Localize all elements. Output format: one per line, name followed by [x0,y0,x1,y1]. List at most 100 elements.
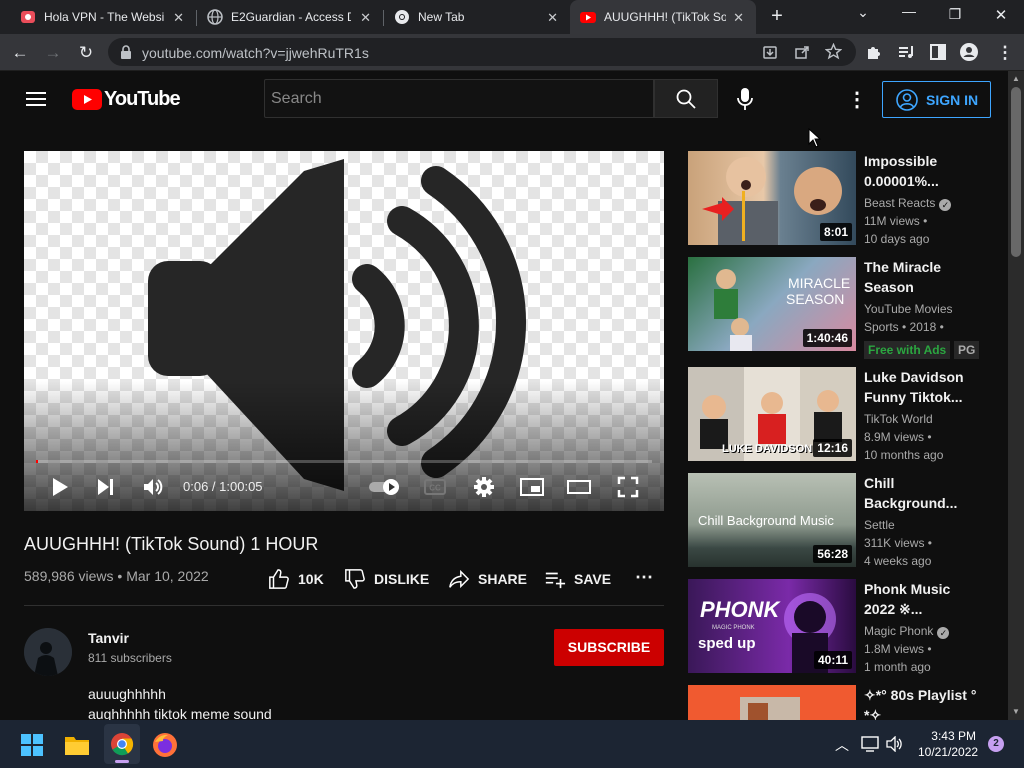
install-app-icon[interactable] [762,44,778,60]
close-tab-icon[interactable]: ✕ [547,10,558,26]
share-button[interactable]: SHARE [448,568,527,590]
side-panel-icon[interactable] [929,43,947,61]
search-input[interactable]: Search [264,79,654,118]
address-bar[interactable]: youtube.com/watch?v=jjwehRuTR1s [108,38,856,66]
scrollbar-thumb[interactable] [1011,87,1021,257]
hamburger-menu-icon[interactable] [26,91,46,107]
settings-more-icon[interactable]: ⋮ [847,87,867,112]
profile-icon[interactable] [960,43,978,61]
speaker-icon[interactable] [886,736,904,752]
thumbnail-text: LUKE DAVIDSON [722,443,813,455]
recommendation-age: 1 month ago [864,660,931,674]
video-thumbnail[interactable]: MIRACLE SEASON 1:40:46 [688,257,856,351]
chrome-menu-icon[interactable]: ⋮ [994,42,1016,64]
save-label: SAVE [574,571,612,587]
file-explorer-icon[interactable] [64,734,90,756]
video-thumbnail[interactable]: 8:01 [688,151,856,245]
network-icon[interactable] [861,736,879,752]
restore-icon[interactable]: ❐ [943,6,967,23]
search-button[interactable] [654,79,718,118]
playlist-add-icon [545,572,566,589]
forward-arrow-icon[interactable]: → [42,42,64,64]
save-button[interactable]: SAVE [544,568,611,590]
progress-bar[interactable] [36,460,652,463]
show-hidden-icons-chevron-icon[interactable]: ︿ [835,735,849,755]
recommendation-age: 10 months ago [864,448,944,462]
close-tab-icon[interactable]: ✕ [173,10,184,26]
thumbnail-text: Chill Background Music [698,513,834,528]
recommendation-age: 10 days ago [864,232,930,246]
close-window-icon[interactable]: ✕ [989,6,1013,24]
microphone-icon[interactable] [737,88,753,110]
autoplay-toggle-icon[interactable] [368,475,402,499]
tab-e2guardian[interactable]: E2Guardian - Access Den ✕ [197,0,383,34]
channel-avatar[interactable] [24,628,72,676]
sign-in-button[interactable]: SIGN IN [882,81,991,118]
url-text: youtube.com/watch?v=jjwehRuTR1s [142,45,369,61]
recommendation-item[interactable]: LUKE DAVIDSON 12:16 Luke Davidson Funny … [688,367,998,463]
tab-hola-vpn[interactable]: Hola VPN - The Website ✕ [0,0,196,34]
windows-start-icon[interactable] [21,734,43,756]
minimize-icon[interactable]: — [897,3,921,19]
close-tab-icon[interactable]: ✕ [360,10,371,26]
back-arrow-icon[interactable]: ← [9,42,31,64]
scroll-down-icon[interactable]: ▼ [1012,707,1020,716]
video-duration: 56:28 [813,545,852,563]
youtube-logo[interactable]: YouTube [72,88,181,111]
tab-search-chevron-icon[interactable]: ⌄ [851,4,875,21]
captions-icon[interactable]: CC [423,475,447,499]
tab-title: Hola VPN - The Website [44,10,164,24]
reload-icon[interactable]: ↻ [75,42,97,64]
lock-icon[interactable] [120,45,132,59]
channel-name[interactable]: Tanvir [88,630,129,646]
next-video-icon[interactable] [94,475,118,499]
more-actions-icon[interactable]: ⋯ [635,566,653,588]
verified-check-icon: ✓ [937,627,950,639]
recommendation-item[interactable]: Chill Background Music 56:28 Chill Backg… [688,473,998,569]
tab-youtube-active[interactable]: AUUGHHH! (TikTok Sound ✕ [570,0,756,34]
recommendation-item[interactable]: ✧*° 80s Playlist ° *✧ [688,685,998,720]
fullscreen-icon[interactable] [616,475,640,499]
recommendation-views: 1.8M views • [864,642,932,656]
video-thumbnail[interactable]: LUKE DAVIDSON 12:16 [688,367,856,461]
dislike-button[interactable]: DISLIKE [344,568,429,590]
extensions-puzzle-icon[interactable] [865,43,883,61]
play-icon[interactable] [48,475,72,499]
bookmark-star-icon[interactable] [825,43,842,60]
close-tab-icon[interactable]: ✕ [733,10,744,26]
thumbs-down-icon [345,569,365,589]
settings-gear-icon[interactable] [472,475,496,499]
recommendation-title: The Miracle Season [864,259,942,295]
time-total: 1:00:05 [219,479,263,494]
video-player[interactable]: 0:06 / 1:00:05 CC [24,151,664,511]
volume-icon[interactable] [141,475,165,499]
recommendation-item[interactable]: MIRACLE SEASON 1:40:46 The Miracle Seaso… [688,257,998,359]
system-clock[interactable]: 3:43 PM 10/21/2022 [918,728,978,760]
like-button[interactable]: 10K [268,568,324,590]
tab-title: E2Guardian - Access Den [231,10,351,24]
youtube-icon [580,12,596,23]
recommendation-channel: TikTok World [864,412,933,426]
share-page-icon[interactable] [794,44,810,60]
notification-badge[interactable]: 2 [988,736,1004,752]
theater-mode-icon[interactable] [567,475,591,499]
video-thumbnail[interactable]: PHONK MAGIC PHONK sped up 40:11 [688,579,856,673]
subscribe-button[interactable]: SUBSCRIBE [554,629,664,666]
recommendation-item[interactable]: 8:01 Impossible 0.00001%... Beast Reacts… [688,151,998,247]
media-control-icon[interactable] [897,43,915,61]
scroll-up-icon[interactable]: ▲ [1012,74,1020,83]
tab-new-tab[interactable]: New Tab ✕ [384,0,570,34]
recommendation-channel: Magic Phonk ✓ [864,624,950,639]
page-scrollbar[interactable]: ▲ ▼ [1008,71,1024,720]
video-thumbnail[interactable]: Chill Background Music 56:28 [688,473,856,567]
firefox-icon[interactable] [152,732,178,758]
chrome-icon [395,10,409,24]
channel-name-text: Beast Reacts [864,196,936,210]
active-app-indicator [115,760,129,763]
video-thumbnail[interactable] [688,685,856,720]
windows-taskbar: ︿ 3:43 PM 10/21/2022 2 [0,720,1024,768]
new-tab-icon[interactable]: + [765,5,789,28]
chrome-taskbar-button[interactable] [104,724,140,764]
miniplayer-icon[interactable] [520,475,544,499]
recommendation-item[interactable]: PHONK MAGIC PHONK sped up 40:11 Phonk Mu… [688,579,998,675]
